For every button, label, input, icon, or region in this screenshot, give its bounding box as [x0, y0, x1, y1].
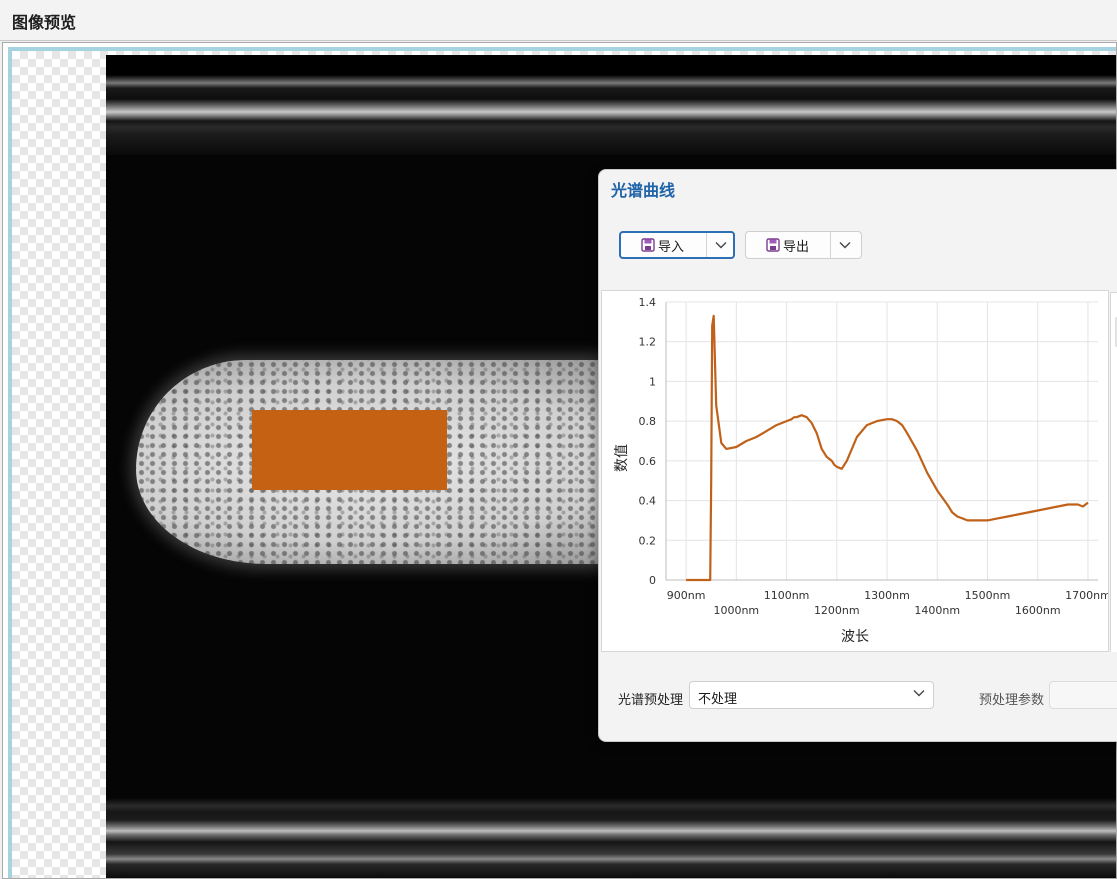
- chevron-down-icon: [839, 242, 851, 249]
- y-axis-label: 数值: [614, 444, 630, 472]
- save-icon: [641, 238, 655, 252]
- roi-selection[interactable]: [252, 410, 447, 490]
- preprocess-param-label: 预处理参数: [979, 693, 1045, 708]
- y-tick-label: 0.6: [639, 455, 657, 468]
- x-tick-label: 1400nm: [914, 604, 960, 617]
- preprocess-select-value: 不处理: [698, 692, 738, 707]
- export-label: 导出: [783, 239, 810, 255]
- chevron-down-icon: [913, 690, 925, 697]
- y-tick-label: 1.2: [639, 336, 657, 349]
- chevron-down-icon: [715, 242, 727, 249]
- x-tick-label: 1600nm: [1015, 604, 1061, 617]
- import-button[interactable]: 导入: [621, 233, 684, 257]
- export-split-button[interactable]: 导出: [745, 231, 862, 259]
- image-top-band: [106, 55, 1116, 155]
- y-tick-label: 1: [649, 375, 656, 388]
- save-icon: [766, 238, 780, 252]
- preprocess-param-input[interactable]: [1049, 681, 1117, 709]
- y-tick-label: 0.8: [639, 415, 657, 428]
- x-tick-label: 1100nm: [764, 589, 810, 602]
- export-button[interactable]: 导出: [746, 232, 809, 258]
- y-tick-label: 0: [649, 574, 656, 587]
- title-bar: 图像预览: [0, 0, 1117, 41]
- export-dropdown-button[interactable]: [831, 232, 859, 258]
- import-dropdown-button[interactable]: [707, 233, 735, 257]
- spectrum-dialog: 光谱曲线 导入 导出 0 0.2 0.4 0.6 0.8 1 1.2 1.4 9…: [598, 169, 1117, 742]
- x-tick-labels: 900nm 1000nm 1100nm 1200nm 1300nm 1400nm 1500n…: [667, 589, 1111, 617]
- y-tick-label: 0.2: [639, 534, 657, 547]
- chart-axes: [665, 302, 1098, 581]
- preprocess-select[interactable]: 不处理: [689, 681, 934, 709]
- x-axis-label: 波长: [841, 629, 869, 645]
- y-tick-label: 1.4: [639, 296, 657, 309]
- y-tick-label: 0.4: [639, 495, 657, 508]
- side-scroll-strip[interactable]: [1110, 292, 1117, 652]
- spectrum-chart-panel: 0 0.2 0.4 0.6 0.8 1 1.2 1.4 900nm 1000nm 1100nm 12…: [601, 290, 1111, 652]
- dialog-title: 光谱曲线: [611, 181, 676, 200]
- x-tick-label: 900nm: [667, 589, 706, 602]
- y-tick-labels: 0 0.2 0.4 0.6 0.8 1 1.2 1.4: [639, 296, 657, 587]
- chart-grid: [666, 301, 1098, 581]
- x-tick-label: 1700nm: [1065, 589, 1108, 602]
- image-bottom-band: [106, 798, 1116, 878]
- x-tick-label: 1200nm: [814, 604, 860, 617]
- spectrum-chart[interactable]: 0 0.2 0.4 0.6 0.8 1 1.2 1.4 900nm 1000nm 1100nm 12…: [602, 291, 1111, 651]
- preprocess-label: 光谱预处理: [618, 693, 684, 708]
- import-split-button[interactable]: 导入: [619, 231, 735, 259]
- x-tick-label: 1000nm: [713, 604, 759, 617]
- import-label: 导入: [658, 239, 685, 255]
- x-tick-label: 1300nm: [864, 589, 910, 602]
- x-tick-label: 1500nm: [965, 589, 1011, 602]
- page-title: 图像预览: [12, 13, 77, 32]
